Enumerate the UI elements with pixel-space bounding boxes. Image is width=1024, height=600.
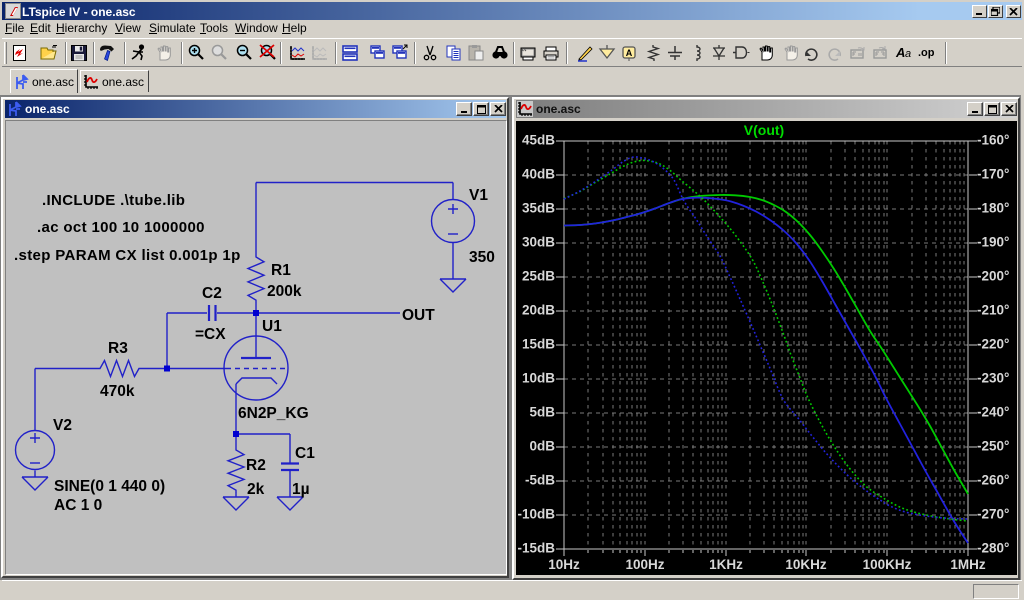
svg-text:2k: 2k — [247, 481, 265, 498]
svg-text:R1: R1 — [271, 262, 291, 279]
svg-text:-220°: -220° — [977, 337, 1009, 352]
svg-text:-250°: -250° — [977, 439, 1009, 454]
svg-text:C1: C1 — [295, 445, 315, 462]
svg-text:0dB: 0dB — [529, 439, 555, 454]
svg-text:35dB: 35dB — [522, 201, 555, 216]
svg-text:-260°: -260° — [977, 473, 1009, 488]
svg-text:V1: V1 — [469, 187, 488, 204]
svg-text:10dB: 10dB — [522, 371, 555, 386]
svg-text:6N2P_KG: 6N2P_KG — [238, 405, 309, 422]
svg-text:1MHz: 1MHz — [950, 557, 986, 572]
svg-text:100KHz: 100KHz — [863, 557, 912, 572]
svg-text:470k: 470k — [100, 383, 135, 400]
svg-text:A: A — [895, 45, 905, 60]
svg-text:R3: R3 — [108, 340, 128, 357]
svg-text:.INCLUDE .\tube.lib: .INCLUDE .\tube.lib — [42, 192, 185, 209]
svg-text:-160°: -160° — [977, 133, 1009, 148]
svg-text:5dB: 5dB — [529, 405, 555, 420]
svg-text:-240°: -240° — [977, 405, 1009, 420]
svg-text:40dB: 40dB — [522, 167, 555, 182]
svg-text:15dB: 15dB — [522, 337, 555, 352]
svg-text:AC 1 0: AC 1 0 — [54, 497, 102, 514]
svg-text:OUT: OUT — [402, 307, 435, 324]
svg-text:U1: U1 — [262, 318, 282, 335]
svg-text:.op: .op — [918, 47, 935, 59]
svg-text:350: 350 — [469, 249, 495, 266]
svg-text:-230°: -230° — [977, 371, 1009, 386]
svg-text:-10dB: -10dB — [517, 507, 555, 522]
svg-text:-190°: -190° — [977, 235, 1009, 250]
svg-text:30dB: 30dB — [522, 235, 555, 250]
svg-text:25dB: 25dB — [522, 269, 555, 284]
svg-text:10KHz: 10KHz — [785, 557, 827, 572]
svg-text:45dB: 45dB — [522, 133, 555, 148]
svg-text:-180°: -180° — [977, 201, 1009, 216]
svg-text:.ac oct 100 10 1000000: .ac oct 100 10 1000000 — [37, 219, 205, 236]
svg-text:C2: C2 — [202, 285, 222, 302]
svg-text:1KHz: 1KHz — [709, 557, 743, 572]
svg-text:SINE(0 1 440 0): SINE(0 1 440 0) — [54, 478, 165, 495]
svg-text:.step PARAM CX list 0.001p 1p: .step PARAM CX list 0.001p 1p — [14, 247, 241, 264]
svg-text:-210°: -210° — [977, 303, 1009, 318]
svg-text:-270°: -270° — [977, 507, 1009, 522]
svg-text:V(out): V(out) — [744, 122, 784, 138]
svg-text:V2: V2 — [53, 417, 72, 434]
svg-text:20dB: 20dB — [522, 303, 555, 318]
svg-text:100Hz: 100Hz — [625, 557, 664, 572]
svg-text:a: a — [905, 48, 911, 60]
svg-text:-170°: -170° — [977, 167, 1009, 182]
svg-text:R2: R2 — [246, 457, 266, 474]
svg-text:-280°: -280° — [977, 541, 1009, 556]
svg-text:200k: 200k — [267, 283, 302, 300]
svg-text:=CX: =CX — [195, 326, 226, 343]
svg-text:-5dB: -5dB — [525, 473, 555, 488]
svg-text:-15dB: -15dB — [517, 541, 555, 556]
svg-text:-200°: -200° — [977, 269, 1009, 284]
svg-text:10Hz: 10Hz — [548, 557, 580, 572]
svg-text:A: A — [626, 48, 633, 58]
svg-text:1µ: 1µ — [292, 481, 310, 498]
